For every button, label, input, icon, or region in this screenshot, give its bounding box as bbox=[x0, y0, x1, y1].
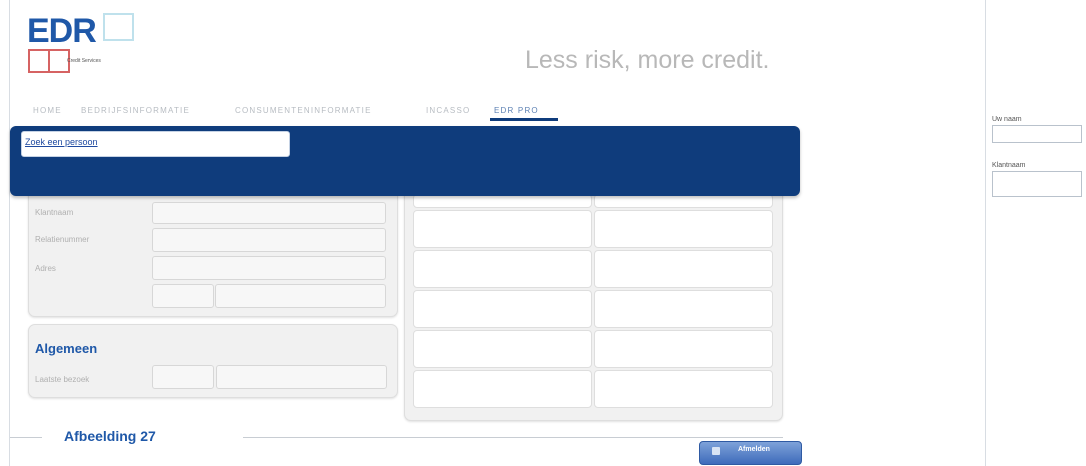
logo-square-red-icon bbox=[28, 49, 50, 73]
caption-rule-left bbox=[10, 437, 42, 438]
afmelden-label: Afmelden bbox=[738, 446, 770, 453]
adres-field[interactable] bbox=[152, 256, 386, 280]
grid-header-cell bbox=[413, 194, 592, 208]
postcode-field[interactable] bbox=[152, 284, 214, 308]
lock-icon bbox=[712, 447, 720, 455]
logo-text: EDR bbox=[27, 12, 97, 50]
klantnaam-label: Klantnaam bbox=[35, 208, 74, 217]
caption-rule-right bbox=[243, 437, 783, 438]
grid-cell bbox=[413, 250, 592, 288]
person-search-text[interactable]: Zoek een persoon bbox=[25, 137, 98, 147]
adres-label: Adres bbox=[35, 264, 56, 273]
grid-header-cell bbox=[594, 194, 773, 208]
grid-cell bbox=[413, 370, 592, 408]
logo-square-cyan-icon bbox=[103, 13, 134, 41]
nav-item-incasso[interactable]: INCASSO bbox=[426, 106, 470, 115]
figure-caption: Afbeelding 27 bbox=[64, 428, 156, 444]
grid-cell bbox=[413, 210, 592, 248]
laatste-bezoek-label: Laatste bezoek bbox=[35, 375, 90, 384]
relatienummer-field[interactable] bbox=[152, 228, 386, 252]
plaats-field[interactable] bbox=[215, 284, 386, 308]
grid-cell bbox=[594, 330, 773, 368]
nav-item-home[interactable]: HOME bbox=[33, 106, 62, 115]
nav-item-consumenteninformatie[interactable]: CONSUMENTENINFORMATIE bbox=[235, 106, 372, 115]
grid-cell bbox=[594, 250, 773, 288]
nav-active-indicator bbox=[490, 118, 558, 121]
relatienummer-label: Relatienummer bbox=[35, 235, 90, 244]
grid-cell bbox=[413, 290, 592, 328]
nav-item-bedrijfsinformatie[interactable]: BEDRIJFSINFORMATIE bbox=[81, 106, 190, 115]
grid-cell bbox=[594, 290, 773, 328]
klantnaam-login-input[interactable] bbox=[992, 171, 1082, 197]
grid-cell bbox=[594, 370, 773, 408]
grid-cell bbox=[413, 330, 592, 368]
logo-subtitle: Credit Services bbox=[67, 58, 101, 64]
username-label: Uw naam bbox=[992, 116, 1022, 123]
laatste-bezoek-date-field[interactable] bbox=[152, 365, 214, 389]
nav-item-edr-pro[interactable]: EDR PRO bbox=[494, 106, 539, 115]
laatste-bezoek-detail-field[interactable] bbox=[216, 365, 387, 389]
tagline: Less risk, more credit. bbox=[525, 46, 770, 74]
username-input[interactable] bbox=[992, 125, 1082, 143]
klantnaam-field[interactable] bbox=[152, 202, 386, 224]
klantnaam-login-label: Klantnaam bbox=[992, 162, 1026, 169]
grid-cell bbox=[594, 210, 773, 248]
algemeen-title: Algemeen bbox=[35, 341, 98, 356]
